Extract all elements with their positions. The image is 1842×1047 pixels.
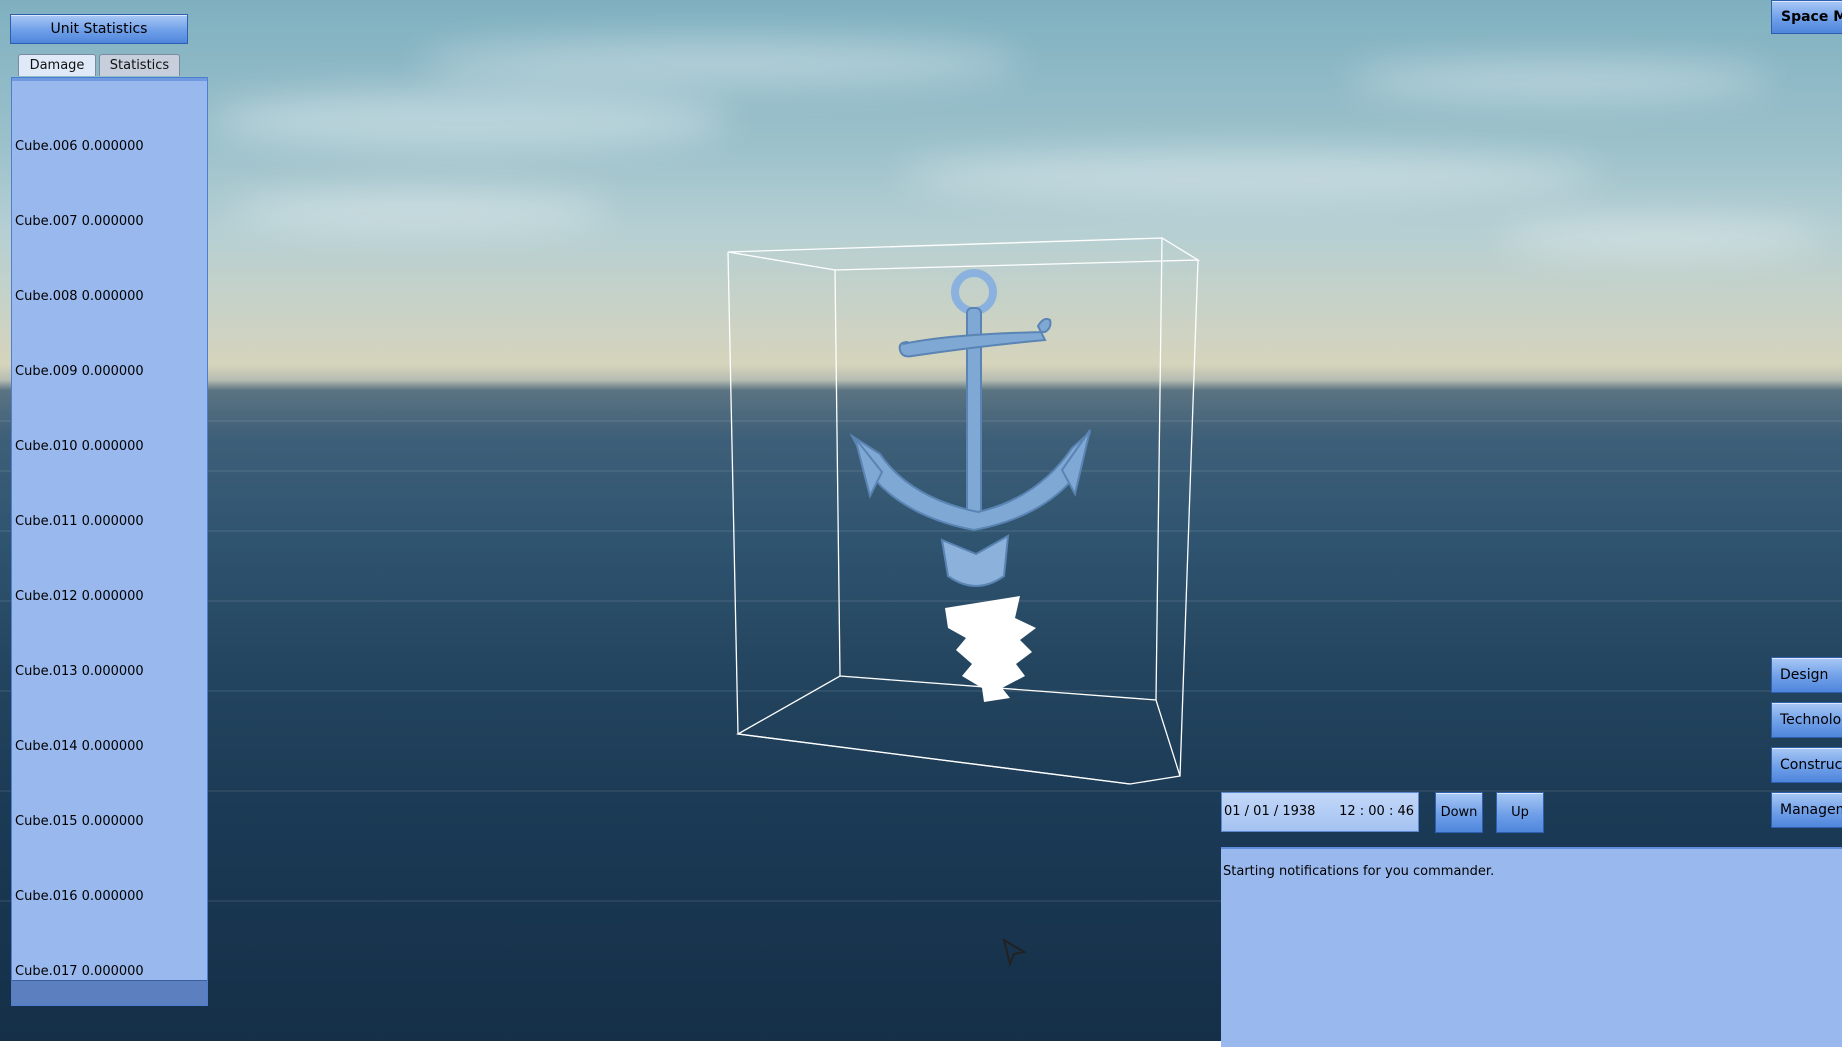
technology-button[interactable]: Technolog	[1771, 702, 1842, 738]
damage-row: Cube.010 0.000000	[15, 439, 144, 454]
cloud	[900, 150, 1600, 200]
anchor-icon	[849, 269, 1091, 587]
damage-row: Cube.015 0.000000	[15, 814, 144, 829]
water-splash	[945, 596, 1036, 702]
management-button[interactable]: Manageme	[1771, 792, 1842, 828]
date-time-display: 01 / 01 / 1938 12 : 00 : 46	[1221, 792, 1419, 832]
construction-button[interactable]: Constructi	[1771, 747, 1842, 783]
damage-row: Cube.013 0.000000	[15, 664, 144, 679]
design-button[interactable]: Design	[1771, 657, 1842, 693]
damage-row: Cube.011 0.000000	[15, 514, 144, 529]
cloud	[210, 90, 730, 150]
space-map-button[interactable]: Space Ma	[1771, 0, 1842, 34]
unit-statistics-button[interactable]: Unit Statistics	[10, 14, 188, 44]
time-label: 12 : 00 : 46	[1339, 804, 1414, 819]
mouse-cursor-icon	[1002, 938, 1027, 968]
damage-row: Cube.007 0.000000	[15, 214, 144, 229]
date-label: 01 / 01 / 1938	[1224, 804, 1316, 819]
selected-unit-anchor[interactable]	[720, 236, 1230, 796]
damage-row: Cube.006 0.000000	[15, 139, 144, 154]
cloud	[1500, 220, 1820, 255]
damage-row: Cube.017 0.000000	[15, 964, 144, 979]
damage-row: Cube.008 0.000000	[15, 289, 144, 304]
damage-row: Cube.009 0.000000	[15, 364, 144, 379]
panel-top-border	[12, 78, 207, 81]
cloud	[1350, 60, 1770, 100]
damage-list-panel[interactable]: Cube.006 0.000000 Cube.007 0.000000 Cube…	[11, 77, 208, 1006]
speed-down-button[interactable]: Down	[1435, 792, 1483, 833]
cloud	[230, 190, 610, 230]
speed-up-button[interactable]: Up	[1496, 792, 1544, 833]
horizontal-scrollbar[interactable]	[12, 980, 207, 1005]
cloud	[420, 40, 1020, 85]
damage-row: Cube.014 0.000000	[15, 739, 144, 754]
notifications-panel[interactable]: Starting notifications for you commander…	[1221, 847, 1842, 1047]
tab-statistics[interactable]: Statistics	[99, 54, 180, 76]
damage-row: Cube.016 0.000000	[15, 889, 144, 904]
notification-message: Starting notifications for you commander…	[1223, 864, 1495, 879]
tab-damage[interactable]: Damage	[18, 54, 96, 76]
damage-row: Cube.012 0.000000	[15, 589, 144, 604]
